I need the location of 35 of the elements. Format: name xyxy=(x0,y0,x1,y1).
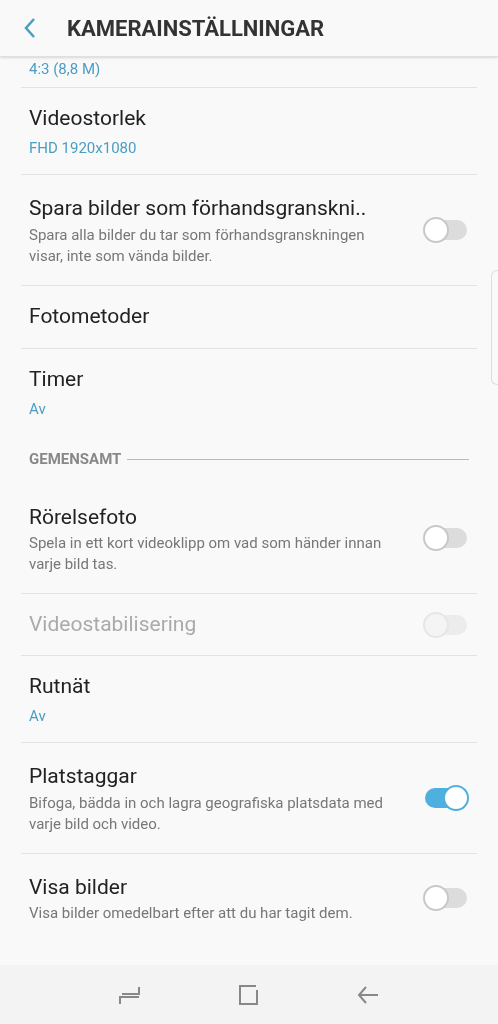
back-icon xyxy=(23,17,37,39)
toggle-switch[interactable] xyxy=(423,884,469,911)
setting-value: Av xyxy=(29,398,47,420)
settings-row[interactable]: Videostorlek FHD 1920x1080 xyxy=(21,88,477,175)
setting-title: Visa bilder xyxy=(29,873,129,901)
setting-title: Videostorlek xyxy=(29,105,147,132)
toggle-switch[interactable] xyxy=(423,525,469,552)
setting-title: Rörelsefoto xyxy=(29,503,138,531)
settings-row[interactable]: Fotometoder xyxy=(21,285,477,349)
setting-description: Spara alla bilder du tar som förhandsgranskningen visar, inte som vända bilder. xyxy=(29,224,366,267)
recent-apps-icon xyxy=(118,984,141,1005)
settings-row[interactable]: Platstaggar Bifoga, bädda in och lagra geografiska platsdata med varje bild och video. xyxy=(21,743,477,854)
edge-handle[interactable] xyxy=(491,270,498,385)
setting-value: Av xyxy=(29,705,47,727)
toggle-switch[interactable] xyxy=(423,216,469,243)
toggle-switch[interactable] xyxy=(423,784,469,811)
setting-value: 4:3 (8,8 M) xyxy=(29,60,101,78)
setting-title: Platstaggar xyxy=(29,763,138,790)
setting-title: Spara bilder som förhandsgranskni.. xyxy=(29,195,368,222)
settings-row[interactable]: Spara bilder som förhandsgranskni.. Spara alla bilder du tar som förhandsgranskningen visar, inte som vända bilder. xyxy=(21,175,477,286)
setting-description: Visa bilder omedelbart efter att du har tagit dem. xyxy=(29,903,354,924)
setting-title: Fotometoder xyxy=(29,302,151,330)
settings-row[interactable]: Rutnät Av xyxy=(21,656,477,743)
home-icon xyxy=(238,983,260,1006)
setting-value: FHD 1920x1080 xyxy=(29,137,138,159)
setting-description: Spela in ett kort videoklipp om vad som händer innan varje bild tas. xyxy=(29,533,383,575)
settings-row[interactable]: Rörelsefoto Spela in ett kort videoklipp om vad som händer innan varje bild tas. xyxy=(21,483,477,594)
setting-title: Videostabilisering xyxy=(29,610,198,638)
section-header: GEMENSAMT xyxy=(29,449,122,471)
settings-row[interactable]: Visa bilder Visa bilder omedelbart efter att du har tagit dem. xyxy=(21,853,477,942)
page-title: KAMERAINSTÄLLNINGAR xyxy=(67,14,325,43)
settings-row[interactable]: Timer Av xyxy=(21,348,477,436)
setting-description: Bifoga, bädda in och lagra geografiska platsdata med varje bild och video. xyxy=(29,792,385,835)
setting-title: Timer xyxy=(29,366,85,393)
setting-title: Rutnät xyxy=(29,673,92,700)
